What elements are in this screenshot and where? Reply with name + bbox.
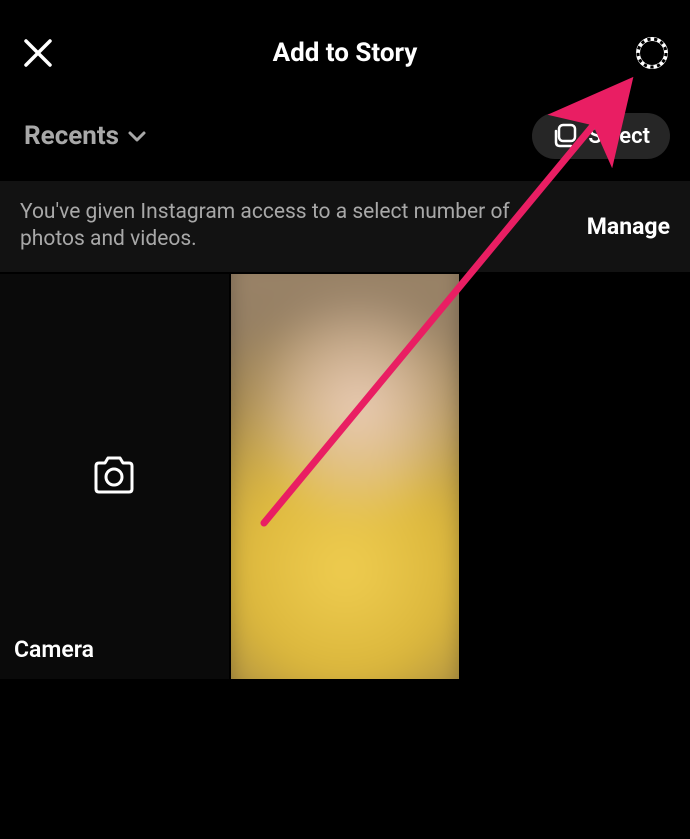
close-button[interactable] <box>18 33 58 73</box>
empty-tile <box>461 274 690 680</box>
camera-tile[interactable]: Camera <box>0 274 229 680</box>
gear-icon <box>634 35 670 71</box>
photo-blurred-preview <box>231 274 460 680</box>
recents-dropdown[interactable]: Recents <box>24 121 147 151</box>
header: Add to Story <box>0 0 690 95</box>
close-icon <box>23 38 53 68</box>
camera-label: Camera <box>14 636 94 663</box>
permission-bar: You've given Instagram access to a selec… <box>0 181 690 272</box>
select-label: Select <box>588 124 650 149</box>
chevron-down-icon <box>127 126 147 146</box>
manage-button[interactable]: Manage <box>587 213 670 240</box>
photo-thumbnail[interactable] <box>231 274 460 680</box>
settings-button[interactable] <box>632 33 672 73</box>
select-button[interactable]: Select <box>532 113 670 159</box>
media-grid: Camera <box>0 274 690 680</box>
recents-label: Recents <box>24 121 119 151</box>
subheader: Recents Select <box>0 95 690 181</box>
permission-text: You've given Instagram access to a selec… <box>20 199 567 254</box>
camera-icon-wrap <box>90 274 138 680</box>
multi-select-icon <box>552 123 578 149</box>
page-title: Add to Story <box>58 38 632 68</box>
camera-icon <box>90 454 138 498</box>
